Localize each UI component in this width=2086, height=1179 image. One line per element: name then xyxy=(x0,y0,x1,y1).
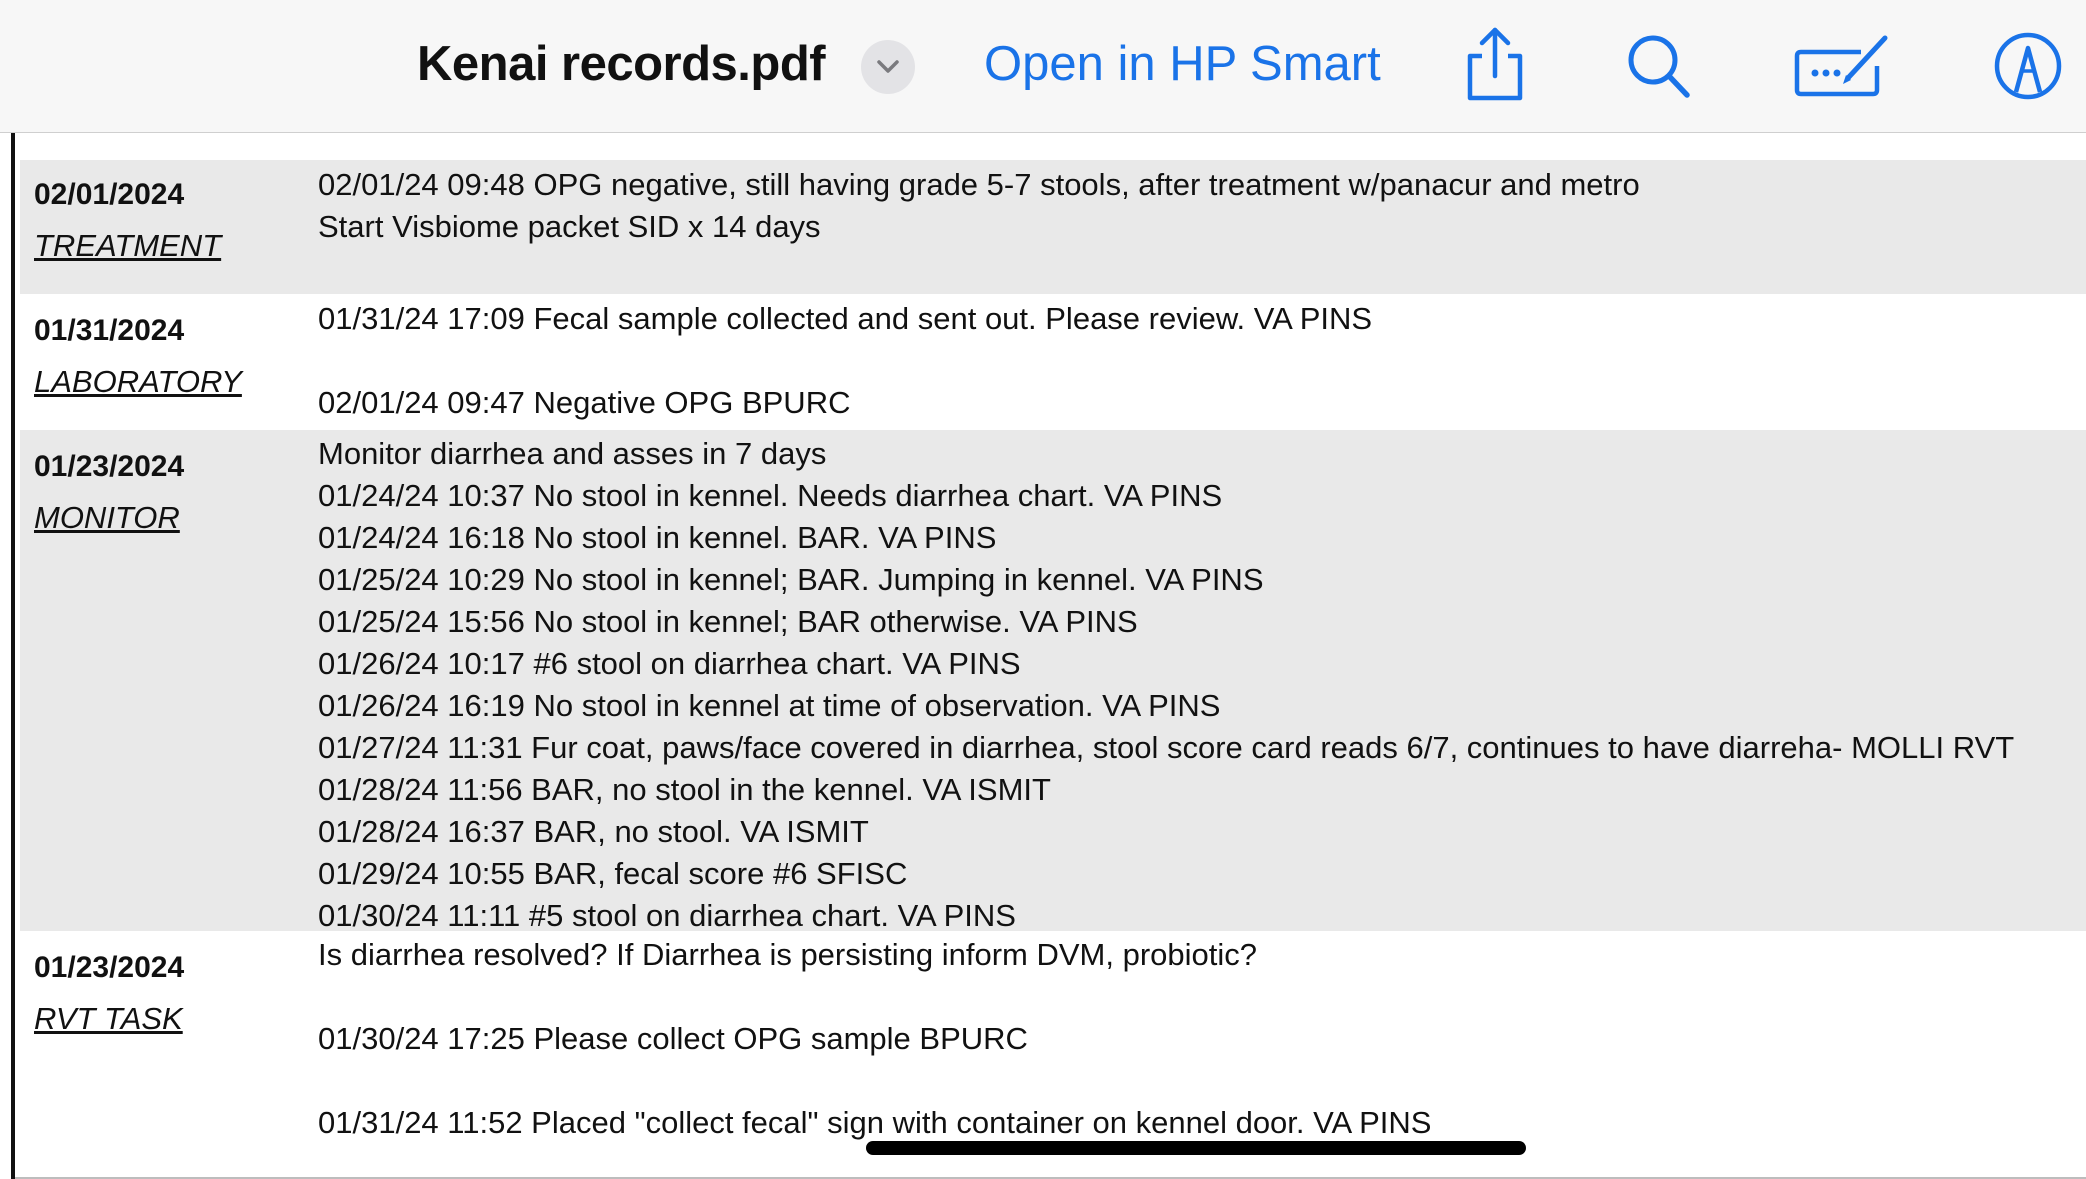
record-line: 01/31/24 17:09 Fecal sample collected an… xyxy=(318,301,1373,336)
record-line: 01/28/24 11:56 BAR, no stool in the kenn… xyxy=(318,772,1051,807)
share-icon[interactable] xyxy=(1460,26,1530,106)
record-line: 01/25/24 15:56 No stool in kennel; BAR o… xyxy=(318,604,1138,639)
record-category[interactable]: RVT TASK xyxy=(34,1001,183,1037)
record-line: 01/25/24 10:29 No stool in kennel; BAR. … xyxy=(318,562,1264,597)
record-line: 01/30/24 11:11 #5 stool on diarrhea char… xyxy=(318,898,1016,933)
record-line: 01/24/24 10:37 No stool in kennel. Needs… xyxy=(318,478,1223,513)
record-line: 01/30/24 17:25 Please collect OPG sample… xyxy=(318,1021,1028,1056)
record-line: 01/24/24 16:18 No stool in kennel. BAR. … xyxy=(318,520,997,555)
record-section-monitor: 01/23/2024 MONITOR Monitor diarrhea and … xyxy=(20,430,2086,933)
chevron-down-icon xyxy=(877,60,899,73)
record-section-laboratory: 01/31/2024 LABORATORY 01/31/24 17:09 Fec… xyxy=(20,294,2086,430)
open-in-hp-smart-button[interactable]: Open in HP Smart xyxy=(984,36,1381,92)
page-left-border xyxy=(11,133,15,1179)
record-line: Is diarrhea resolved? If Diarrhea is per… xyxy=(318,937,1257,972)
pdf-toolbar: Kenai records.pdf Open in HP Smart xyxy=(0,0,2086,133)
title-menu-button[interactable] xyxy=(861,40,915,94)
record-date: 01/23/2024 xyxy=(34,951,185,984)
record-date: 02/01/2024 xyxy=(34,178,185,211)
record-category[interactable]: MONITOR xyxy=(34,500,180,536)
record-line: Monitor diarrhea and asses in 7 days xyxy=(318,436,827,471)
pen-circle-icon[interactable] xyxy=(1990,26,2066,106)
home-indicator[interactable] xyxy=(866,1141,1526,1155)
record-section-treatment: 02/01/2024 TREATMENT 02/01/24 09:48 OPG … xyxy=(20,160,2086,294)
record-date: 01/23/2024 xyxy=(34,450,185,483)
record-line: 02/01/24 09:48 OPG negative, still havin… xyxy=(318,167,1640,202)
record-line: Start Visbiome packet SID x 14 days xyxy=(318,209,821,244)
markup-icon[interactable] xyxy=(1793,26,1893,106)
record-date: 01/31/2024 xyxy=(34,314,185,347)
record-category[interactable]: TREATMENT xyxy=(34,228,221,264)
document-title[interactable]: Kenai records.pdf xyxy=(417,36,826,92)
record-line: 01/26/24 10:17 #6 stool on diarrhea char… xyxy=(318,646,1021,681)
record-category[interactable]: LABORATORY xyxy=(34,364,242,400)
record-line: 01/31/24 11:52 Placed "collect fecal" si… xyxy=(318,1105,1432,1140)
record-line: 02/01/24 09:47 Negative OPG BPURC xyxy=(318,385,851,420)
pdf-page[interactable]: 02/01/2024 TREATMENT 02/01/24 09:48 OPG … xyxy=(0,133,2086,1179)
record-line: 01/26/24 16:19 No stool in kennel at tim… xyxy=(318,688,1221,723)
record-line: 01/28/24 16:37 BAR, no stool. VA ISMIT xyxy=(318,814,869,849)
record-line: 01/27/24 11:31 Fur coat, paws/face cover… xyxy=(318,730,2015,765)
search-icon[interactable] xyxy=(1624,26,1694,106)
record-line: 01/29/24 10:55 BAR, fecal score #6 SFISC xyxy=(318,856,908,891)
